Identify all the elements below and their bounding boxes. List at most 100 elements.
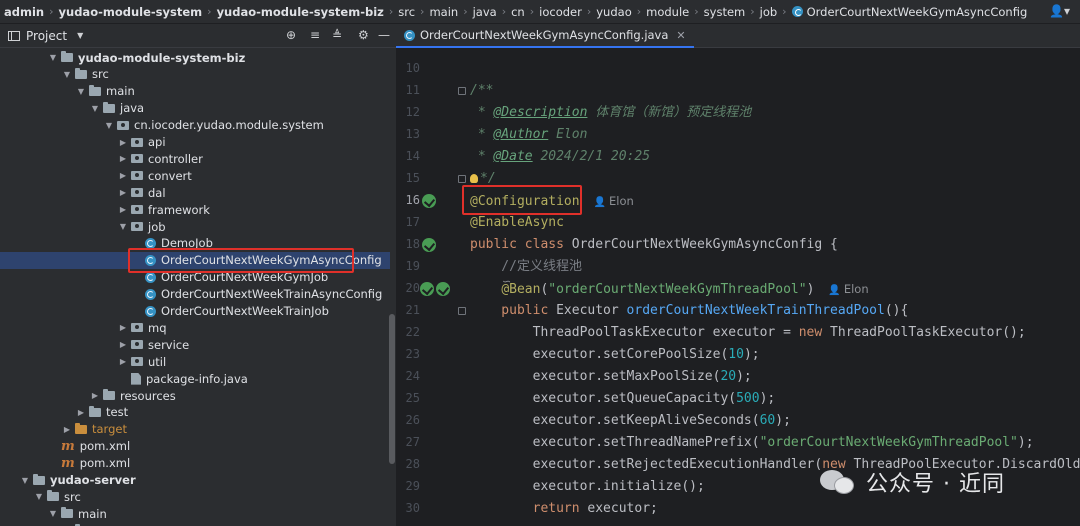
tree-item[interactable]: ▶ controller: [0, 150, 390, 167]
tree-item[interactable]: ▼ job: [0, 218, 390, 235]
breadcrumb-item[interactable]: system: [704, 5, 746, 19]
chevron-right-icon[interactable]: ▶: [90, 391, 100, 400]
breadcrumb-item[interactable]: OrderCourtNextWeekGymAsyncConfig: [807, 5, 1028, 19]
tree-item[interactable]: ▶ util: [0, 353, 390, 370]
tree-item[interactable]: ▶ dal: [0, 184, 390, 201]
breadcrumb-item[interactable]: yudao-module-system: [59, 5, 203, 19]
breadcrumb-item[interactable]: iocoder: [539, 5, 582, 19]
code-line[interactable]: @Bean("orderCourtNextWeekGymThreadPool")…: [470, 278, 868, 300]
chevron-down-icon[interactable]: ▼: [48, 53, 58, 62]
code-token: );: [736, 369, 752, 384]
chevron-down-icon[interactable]: ▼: [118, 222, 128, 231]
chevron-right-icon[interactable]: ▶: [118, 138, 128, 147]
fold-marker[interactable]: [458, 307, 466, 315]
breadcrumb-item[interactable]: yudao: [596, 5, 631, 19]
chevron-right-icon[interactable]: ▶: [118, 171, 128, 180]
chevron-down-icon[interactable]: ▼: [104, 121, 114, 130]
locate-icon[interactable]: ⊕: [286, 28, 296, 42]
spring-bean-icon[interactable]: [422, 194, 436, 208]
tree-item[interactable]: ▼java: [0, 100, 390, 117]
code-line[interactable]: * @Description 体育馆（新馆）预定线程池: [470, 102, 751, 124]
breadcrumb-item[interactable]: yudao-module-system-biz: [217, 5, 384, 19]
chevron-right-icon[interactable]: ▶: [118, 154, 128, 163]
code-line[interactable]: executor.setCorePoolSize(10);: [470, 344, 760, 366]
hide-icon[interactable]: —: [378, 28, 390, 42]
user-icon[interactable]: 👤▾: [1049, 4, 1070, 18]
tree-item[interactable]: package-info.java: [0, 370, 390, 387]
chevron-down-icon[interactable]: ▼: [76, 87, 86, 96]
tree-item[interactable]: ▶ resources: [0, 387, 390, 404]
tree-item[interactable]: ▼ src: [0, 488, 390, 505]
chevron-right-icon[interactable]: ▶: [118, 323, 128, 332]
breadcrumb-item[interactable]: main: [429, 5, 458, 19]
gear-icon[interactable]: ⚙: [358, 28, 369, 42]
chevron-right-icon[interactable]: ▶: [118, 205, 128, 214]
tab-order-court-next-week-gym-async-config[interactable]: OrderCourtNextWeekGymAsyncConfig.java ✕: [396, 24, 694, 48]
breadcrumb-item[interactable]: java: [473, 5, 497, 19]
chevron-right-icon[interactable]: ▶: [118, 340, 128, 349]
chevron-right-icon[interactable]: ▶: [62, 425, 72, 434]
code-line[interactable]: public Executor orderCourtNextWeekTrainT…: [470, 300, 908, 322]
fold-marker[interactable]: [458, 87, 466, 95]
spring-bean-icon[interactable]: [420, 282, 434, 296]
breadcrumb-item[interactable]: module: [646, 5, 689, 19]
author-inlay-hint[interactable]: 👤 Elon: [594, 194, 634, 208]
author-inlay-hint[interactable]: 👤 Elon: [828, 282, 868, 296]
tree-scrollbar[interactable]: [389, 314, 395, 464]
tree-item[interactable]: m pom.xml: [0, 455, 390, 472]
tree-item[interactable]: ▼java: [0, 522, 390, 526]
tree-item[interactable]: ▶ mq: [0, 319, 390, 336]
code-line[interactable]: return executor;: [470, 498, 658, 520]
chevron-down-icon[interactable]: ▼: [20, 476, 30, 485]
tree-item[interactable]: ▼ main: [0, 83, 390, 100]
code-line[interactable]: executor.initialize();: [470, 476, 705, 498]
lightbulb-icon[interactable]: [470, 174, 478, 183]
breadcrumb-item[interactable]: cn: [511, 5, 525, 19]
tree-item[interactable]: OrderCourtNextWeekTrainJob: [0, 303, 390, 320]
tree-item[interactable]: ▼ src: [0, 66, 390, 83]
breadcrumb-item[interactable]: src: [398, 5, 415, 19]
code-line[interactable]: public class OrderCourtNextWeekGymAsyncC…: [470, 234, 838, 256]
expand-all-icon[interactable]: ≡: [310, 28, 320, 42]
code-line[interactable]: @EnableAsync: [470, 212, 564, 234]
code-line[interactable]: * @Date 2024/2/1 20:25: [470, 146, 650, 168]
tree-item[interactable]: ▶ test: [0, 404, 390, 421]
tree-item[interactable]: ▼ yudao-module-system-biz: [0, 49, 390, 66]
chevron-right-icon[interactable]: ▶: [76, 408, 86, 417]
chevron-down-icon[interactable]: ▼: [62, 70, 72, 79]
breadcrumb-item[interactable]: job: [760, 5, 778, 19]
close-icon[interactable]: ✕: [676, 29, 685, 42]
code-line[interactable]: /**: [470, 80, 493, 102]
chevron-down-icon[interactable]: ▼: [90, 104, 100, 113]
tree-item[interactable]: m pom.xml: [0, 438, 390, 455]
chevron-right-icon[interactable]: ▶: [118, 188, 128, 197]
tree-item[interactable]: ▶ service: [0, 336, 390, 353]
chevron-down-icon[interactable]: ▼: [77, 31, 83, 40]
project-view-selector[interactable]: Project: [26, 29, 67, 43]
tree-item[interactable]: ▶ framework: [0, 201, 390, 218]
code-line[interactable]: executor.setQueueCapacity(500);: [470, 388, 776, 410]
code-line[interactable]: //定义线程池: [470, 256, 582, 278]
breadcrumb-separator: ›: [529, 5, 535, 18]
code-line[interactable]: * @Author Elon: [470, 124, 588, 146]
tree-item[interactable]: ▶ target: [0, 421, 390, 438]
code-line[interactable]: executor.setMaxPoolSize(20);: [470, 366, 752, 388]
breadcrumb-item[interactable]: admin: [4, 5, 44, 19]
spring-bean-icon[interactable]: [422, 238, 436, 252]
code-line[interactable]: executor.setKeepAliveSeconds(60);: [470, 410, 791, 432]
spring-bean-icon[interactable]: [436, 282, 450, 296]
tree-item[interactable]: OrderCourtNextWeekTrainAsyncConfig: [0, 286, 390, 303]
chevron-down-icon[interactable]: ▼: [48, 509, 58, 518]
chevron-down-icon[interactable]: ▼: [34, 492, 44, 501]
code-line[interactable]: executor.setThreadNamePrefix("orderCourt…: [470, 432, 1034, 454]
breadcrumb-separator: ›: [750, 5, 755, 18]
collapse-all-icon[interactable]: ≜: [332, 28, 342, 42]
code-line[interactable]: ThreadPoolTaskExecutor executor = new Th…: [470, 322, 1026, 344]
tree-item[interactable]: ▶ api: [0, 134, 390, 151]
tree-item[interactable]: ▼ cn.iocoder.yudao.module.system: [0, 117, 390, 134]
fold-marker[interactable]: [458, 175, 466, 183]
tree-item[interactable]: ▼ yudao-server: [0, 472, 390, 489]
tree-item[interactable]: ▼ main: [0, 505, 390, 522]
chevron-right-icon[interactable]: ▶: [118, 357, 128, 366]
tree-item[interactable]: ▶ convert: [0, 167, 390, 184]
